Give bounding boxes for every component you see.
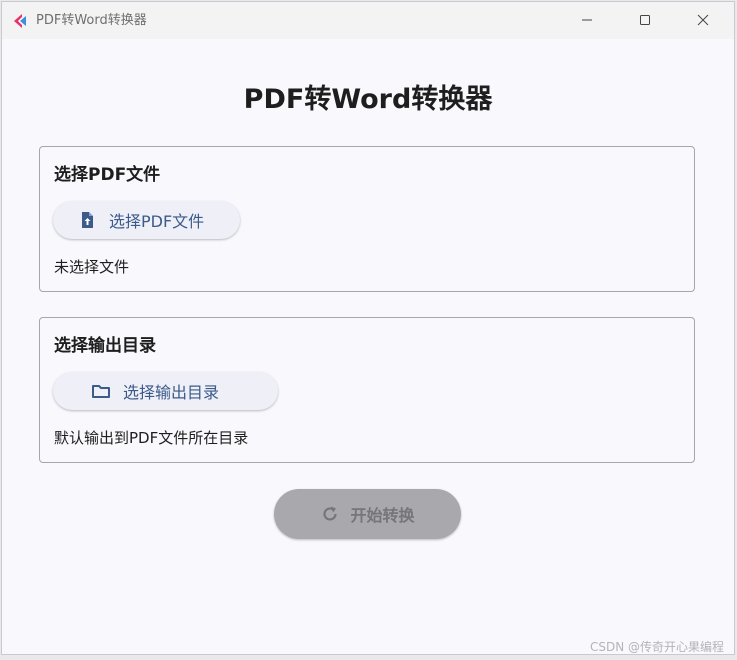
title-bar[interactable]: PDF转Word转换器 [2, 2, 734, 39]
select-output-dir-button[interactable]: 选择输出目录 [53, 372, 278, 410]
refresh-icon [320, 504, 340, 524]
app-window: PDF转Word转换器 PDF转Word转换器 选择PDF文件 选择PDF文件 … [1, 1, 735, 655]
maximize-icon [639, 11, 651, 30]
csdn-watermark: CSDN @传奇开心果编程 [589, 640, 724, 654]
output-dir-section: 选择输出目录 选择输出目录 默认输出到PDF文件所在目录 [39, 317, 695, 463]
minimize-icon [581, 11, 593, 30]
output-dir-status: 默认输出到PDF文件所在目录 [54, 429, 249, 447]
page-title: PDF转Word转换器 [243, 84, 493, 115]
file-upload-icon [77, 210, 97, 230]
select-pdf-button-label: 选择PDF文件 [109, 212, 205, 231]
app-logo-icon [11, 12, 29, 30]
pdf-file-section: 选择PDF文件 选择PDF文件 未选择文件 [39, 146, 695, 292]
folder-icon [91, 381, 111, 401]
select-pdf-button[interactable]: 选择PDF文件 [53, 201, 240, 239]
maximize-button[interactable] [622, 2, 668, 39]
close-icon [697, 11, 709, 30]
start-conversion-label: 开始转换 [350, 506, 415, 525]
start-conversion-button[interactable]: 开始转换 [274, 489, 461, 539]
close-button[interactable] [680, 2, 726, 39]
pdf-file-status: 未选择文件 [54, 258, 130, 276]
minimize-button[interactable] [564, 2, 610, 39]
window-title: PDF转Word转换器 [36, 13, 147, 28]
select-output-dir-button-label: 选择输出目录 [123, 383, 220, 402]
pdf-section-title: 选择PDF文件 [54, 165, 161, 185]
output-section-title: 选择输出目录 [54, 336, 156, 356]
